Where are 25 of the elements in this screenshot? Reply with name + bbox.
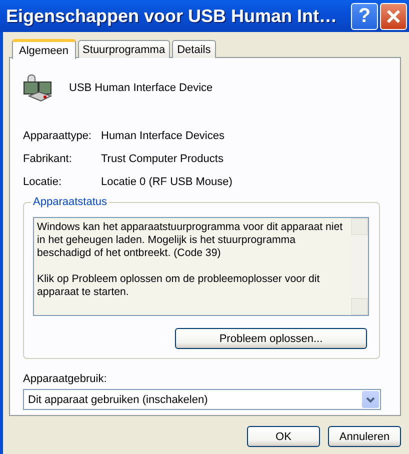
property-label: Apparaattype: (23, 130, 92, 142)
usage-dropdown[interactable]: Dit apparaat gebruiken (inschakelen) (23, 389, 381, 410)
ok-button[interactable]: OK (247, 426, 320, 447)
property-value: Human Interface Devices (101, 130, 226, 142)
usage-label: Apparaatgebruik: (23, 373, 108, 385)
keyboard-mouse-icon (23, 72, 55, 104)
close-icon (386, 8, 401, 24)
device-name: USB Human Interface Device (69, 82, 213, 94)
property-label: Fabrikant: (23, 153, 73, 165)
property-value: Locatie 0 (RF USB Mouse) (101, 176, 234, 188)
tab[interactable]: Algemeen (12, 39, 76, 59)
window-title: Eigenschappen voor USB Human Int… (6, 6, 338, 26)
close-button[interactable] (380, 2, 407, 30)
caret-icon (366, 396, 375, 402)
group-title: Apparaatstatus (31, 196, 109, 208)
property-value: Trust Computer Products (101, 153, 224, 165)
tab[interactable]: Stuurprogramma (78, 40, 170, 58)
help-button[interactable]: ? (351, 2, 378, 30)
tab[interactable]: Details (172, 40, 216, 58)
cancel-button[interactable]: Annuleren (328, 426, 401, 447)
status-message: Klik op Probleem oplossen om de probleemoplosser voor dit apparaat te starten. (37, 273, 321, 299)
status-message: Windows kan het apparaatstuurprogramma voor dit apparaat niet in het geheugen laden. Mogelijk is het stuurprogramma beschadigd of het ontbreekt. (Code 39) (37, 221, 344, 260)
troubleshoot-button[interactable]: Probleem oplossen... (175, 328, 367, 349)
scrollbar[interactable] (351, 218, 368, 315)
property-label: Locatie: (23, 176, 63, 188)
